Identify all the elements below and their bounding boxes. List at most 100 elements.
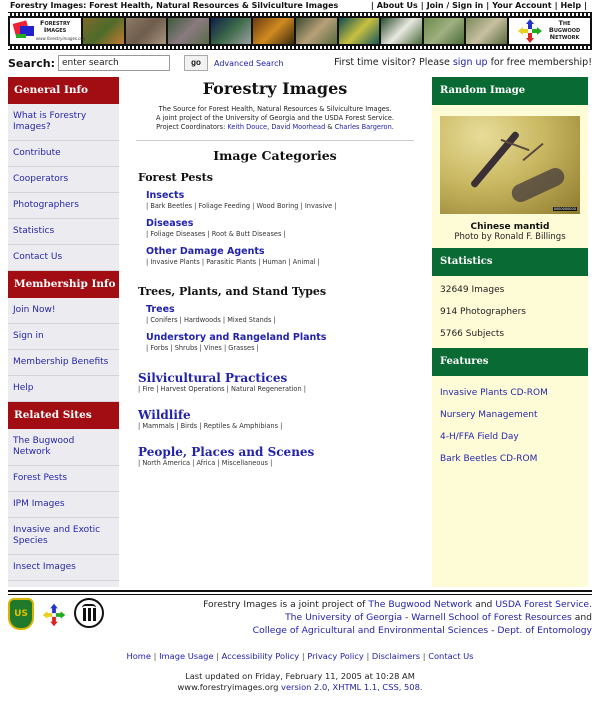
- sidebar-item-contribute[interactable]: Contribute: [8, 141, 119, 167]
- category-link-wildlife[interactable]: Wildlife: [138, 408, 420, 422]
- site-url: www.forestryimages.org: [177, 682, 279, 692]
- coordinator-link-charles-bargeron[interactable]: Charles Bargeron: [335, 123, 392, 131]
- sidebar-item-sign-in[interactable]: Sign in: [8, 324, 119, 350]
- footer-link-caes[interactable]: College of Agricultural and Environmenta…: [253, 625, 489, 636]
- sidebar-item-membership-benefits[interactable]: Membership Benefits: [8, 350, 119, 376]
- feature-4h-ffa-field-day[interactable]: 4-H/FFA Field Day: [432, 426, 588, 448]
- category-link-understory-and-rangeland-plants[interactable]: Understory and Rangeland Plants: [146, 332, 420, 344]
- topnav-join-sign-in[interactable]: Join / Sign in: [427, 1, 484, 10]
- subcategory-link-foliage-diseases[interactable]: Foliage Diseases: [150, 230, 205, 238]
- footer-nav-contact-us[interactable]: Contact Us: [428, 651, 473, 661]
- subcategory-link-mammals[interactable]: Mammals: [142, 422, 174, 430]
- feature-nursery-management[interactable]: Nursery Management: [432, 404, 588, 426]
- sidebar-item-statistics[interactable]: Statistics: [8, 219, 119, 245]
- subcategory-link-north-america[interactable]: North America: [142, 459, 190, 467]
- feature-invasive-plants-cd[interactable]: Invasive Plants CD-ROM: [432, 382, 588, 404]
- subcategory-link-birds[interactable]: Birds: [181, 422, 198, 430]
- sidebar-item-invasive-exotic-species[interactable]: Invasive and Exotic Species: [8, 518, 119, 555]
- sidebar-heading-general-info: General Info: [8, 77, 119, 104]
- coordinator-link-david-moorhead[interactable]: David Moorhead: [271, 123, 325, 131]
- subcategory-link-wood-boring[interactable]: Wood Boring: [256, 202, 298, 210]
- subcategory-link-parasitic-plants[interactable]: Parasitic Plants: [206, 258, 256, 266]
- sidebar-item-photographers[interactable]: Photographers: [8, 193, 119, 219]
- banner-photo-meadow[interactable]: [423, 18, 465, 44]
- topnav-help[interactable]: Help: [560, 1, 581, 10]
- subcategory-link-foliage-feeding[interactable]: Foliage Feeding: [199, 202, 251, 210]
- banner-photo-orange-foliage[interactable]: [83, 18, 124, 44]
- advanced-search-link[interactable]: Advanced Search: [214, 59, 284, 68]
- top-categories-section: Silvicultural Practices | Fire | Harvest …: [138, 371, 420, 468]
- random-image-thumbnail[interactable]: 0000000000: [440, 116, 580, 214]
- sidebar-item-insect-images[interactable]: Insect Images: [8, 555, 119, 581]
- film-perforations: [8, 13, 592, 16]
- sidebar-heading-membership-info: Membership Info: [8, 271, 119, 298]
- footer-link-bugwood-network[interactable]: The Bugwood Network: [368, 599, 472, 610]
- coordinator-link-keith-douce[interactable]: Keith Douce: [227, 123, 267, 131]
- banner-photo-bark-moth[interactable]: [125, 18, 167, 44]
- sidebar-item-ipm-images[interactable]: IPM Images: [8, 492, 119, 518]
- banner-photo-fungus[interactable]: [466, 18, 507, 44]
- banner-photo-pine-cone[interactable]: [168, 18, 209, 44]
- tech-standards-links[interactable]: version 2.0, XHTML 1.1, CSS, 508.: [281, 682, 422, 692]
- footer-nav-home[interactable]: Home: [126, 651, 151, 661]
- subcategory-link-reptiles-and-amphibians[interactable]: Reptiles & Amphibians: [204, 422, 278, 430]
- footer-nav-privacy-policy[interactable]: Privacy Policy: [307, 651, 364, 661]
- banner-photo-lizard[interactable]: [210, 18, 252, 44]
- category-link-other-damage-agents[interactable]: Other Damage Agents: [146, 246, 420, 258]
- banner-photo-fire[interactable]: [253, 18, 295, 44]
- topnav-about-us[interactable]: About Us: [377, 1, 418, 10]
- sign-up-link[interactable]: sign up: [453, 57, 488, 68]
- search-input[interactable]: [58, 55, 170, 71]
- uga-arch-icon[interactable]: [74, 598, 104, 628]
- category-link-trees[interactable]: Trees: [146, 304, 420, 316]
- sidebar-item-what-is-forestry-images[interactable]: What is Forestry Images?: [8, 104, 119, 141]
- footer-link-entomology[interactable]: Dept. of Entomology: [497, 625, 592, 636]
- topnav-your-account[interactable]: Your Account: [492, 1, 551, 10]
- footer-nav-image-usage[interactable]: Image Usage: [159, 651, 213, 661]
- category-link-people-places-and-scenes[interactable]: People, Places and Scenes: [138, 445, 420, 459]
- category-link-diseases[interactable]: Diseases: [146, 218, 420, 230]
- search-go-button[interactable]: go: [184, 55, 208, 71]
- forestry-images-logo[interactable]: Forestry Images www.forestryimages.org: [10, 18, 85, 44]
- subcategory-link-africa[interactable]: Africa: [197, 459, 216, 467]
- category-link-silvicultural-practices[interactable]: Silvicultural Practices: [138, 371, 420, 385]
- footer-link-warnell-school[interactable]: Warnell School of Forest Resources: [411, 612, 571, 623]
- subcategory-link-animal[interactable]: Animal: [293, 258, 316, 266]
- subcategory-link-shrubs[interactable]: Shrubs: [175, 344, 198, 352]
- subcategory-link-miscellaneous[interactable]: Miscellaneous: [222, 459, 268, 467]
- subcategory-links: | Invasive Plants | Parasitic Plants | H…: [146, 258, 320, 266]
- subcategory-link-hardwoods[interactable]: Hardwoods: [184, 316, 221, 324]
- sidebar-item-help[interactable]: Help: [8, 376, 119, 402]
- footer-nav-disclaimers[interactable]: Disclaimers: [372, 651, 420, 661]
- subcategory-link-bark-beetles[interactable]: Bark Beetles: [150, 202, 192, 210]
- usfs-shield-icon[interactable]: US: [8, 598, 34, 630]
- subcategory-link-invasive[interactable]: Invasive: [305, 202, 332, 210]
- footer-nav-accessibility-policy[interactable]: Accessibility Policy: [222, 651, 300, 661]
- footer-link-usda-forest-service[interactable]: USDA Forest Service: [495, 599, 589, 610]
- subcategory-link-invasive-plants[interactable]: Invasive Plants: [150, 258, 199, 266]
- subcategory-link-human[interactable]: Human: [263, 258, 287, 266]
- feature-bark-beetles-cd[interactable]: Bark Beetles CD-ROM: [432, 448, 588, 470]
- sidebar-item-forest-pests[interactable]: Forest Pests: [8, 466, 119, 492]
- sidebar-item-join-now[interactable]: Join Now!: [8, 298, 119, 324]
- sidebar-item-bugwood-network[interactable]: The Bugwood Network: [8, 429, 119, 466]
- subcategory-link-harvest-operations[interactable]: Harvest Operations: [161, 385, 225, 393]
- banner-photo-white-flowers[interactable]: [381, 18, 422, 44]
- bugwood-small-logo[interactable]: [38, 600, 70, 630]
- subcategory-links: | Conifers | Hardwoods | Mixed Stands |: [146, 316, 276, 324]
- sidebar-item-cooperators[interactable]: Cooperators: [8, 167, 119, 193]
- subcategory-link-grasses[interactable]: Grasses: [228, 344, 254, 352]
- bugwood-network-logo[interactable]: The Bugwood Network: [508, 18, 590, 44]
- subcategory-link-root-and-butt-diseases[interactable]: Root & Butt Diseases: [212, 230, 282, 238]
- subcategory-link-forbs[interactable]: Forbs: [150, 344, 168, 352]
- subcategory-link-natural-regeneration[interactable]: Natural Regeneration: [231, 385, 302, 393]
- subcategory-link-fire[interactable]: Fire: [142, 385, 154, 393]
- banner-photo-bird[interactable]: [296, 18, 337, 44]
- sidebar-item-contact-us[interactable]: Contact Us: [8, 245, 119, 271]
- subcategory-link-vines[interactable]: Vines: [204, 344, 222, 352]
- category-link-insects[interactable]: Insects: [146, 190, 420, 202]
- banner-photo-caterpillars[interactable]: [338, 18, 380, 44]
- subcategory-link-conifers[interactable]: Conifers: [150, 316, 177, 324]
- footer-link-university-of-georgia[interactable]: The University of Georgia: [285, 612, 402, 623]
- subcategory-link-mixed-stands[interactable]: Mixed Stands: [227, 316, 271, 324]
